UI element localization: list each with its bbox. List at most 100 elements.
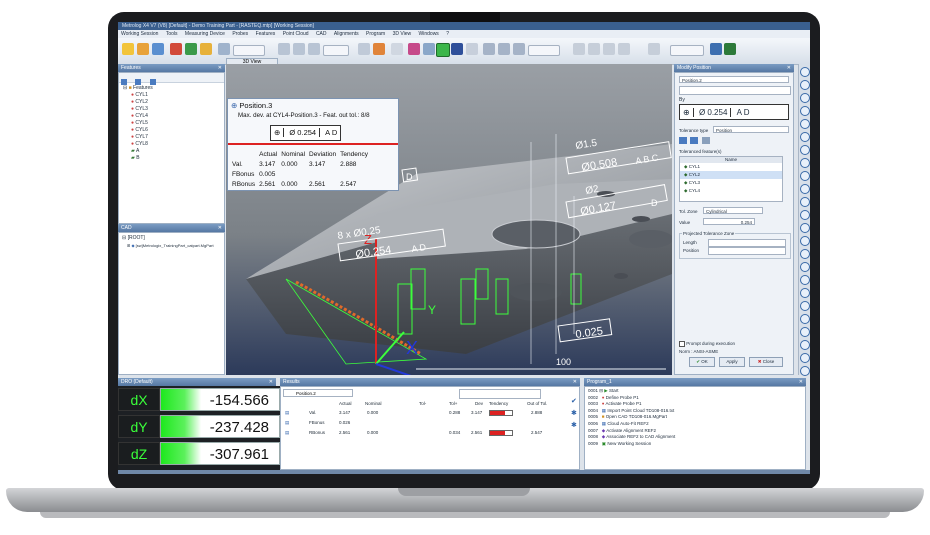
circle-tool-icon[interactable]	[800, 184, 810, 194]
circle-tool-icon[interactable]	[800, 158, 810, 168]
position-result-box[interactable]: ⊕ Position.3 Max. dev. at CYL4-Position.…	[227, 98, 399, 191]
count-dropdown[interactable]	[323, 45, 349, 56]
fit-icon[interactable]	[618, 43, 630, 55]
gear-icon[interactable]: ✱	[571, 409, 579, 417]
tree-item[interactable]: ● CYL3	[123, 106, 224, 113]
menu-help[interactable]: ?	[446, 31, 449, 37]
zoom-icon[interactable]	[573, 43, 585, 55]
menu-working-session[interactable]: Working Session	[121, 31, 158, 37]
circle-tool-icon[interactable]	[800, 197, 810, 207]
check-icon[interactable]: ✔	[571, 397, 579, 405]
circle-tool-icon[interactable]	[800, 210, 810, 220]
align-icon[interactable]	[391, 43, 403, 55]
close-icon[interactable]: ✕	[787, 64, 791, 72]
menu-measuring-device[interactable]: Measuring Device	[185, 31, 225, 37]
pan-icon[interactable]	[588, 43, 600, 55]
circle-tool-icon[interactable]	[800, 132, 810, 142]
menu-3d-view[interactable]: 3D View	[393, 31, 412, 37]
position-name-field[interactable]: Position.2	[679, 76, 789, 83]
tab-general-icon[interactable]	[679, 137, 687, 144]
construct-icon[interactable]	[358, 43, 370, 55]
program-line[interactable]: 0007 ◆ Activate Alignment REF2	[588, 428, 805, 435]
plane-icon[interactable]	[278, 43, 290, 55]
grid-icon[interactable]	[466, 43, 478, 55]
tree-item[interactable]: ▰ A	[123, 148, 224, 155]
green-toggle-icon[interactable]	[436, 43, 450, 57]
circle-tool-icon[interactable]	[800, 262, 810, 272]
cad-part[interactable]: ⊞ ◆ [sw]Metrologix_TrainingPart_catpart.…	[122, 242, 224, 249]
close-icon[interactable]: ✕	[269, 378, 273, 386]
wand-icon[interactable]	[513, 43, 525, 55]
menu-alignments[interactable]: Alignments	[334, 31, 359, 37]
list-item[interactable]: ◆ CYL4	[680, 187, 782, 195]
close-icon[interactable]: ✕	[218, 224, 222, 232]
cad-icon[interactable]	[200, 43, 212, 55]
tree-item[interactable]: ● CYL7	[123, 134, 224, 141]
tree-item[interactable]: ● CYL2	[123, 99, 224, 106]
save-icon[interactable]	[152, 43, 164, 55]
report-icon[interactable]	[451, 43, 463, 55]
camera-icon[interactable]	[498, 43, 510, 55]
menu-windows[interactable]: Windows	[419, 31, 439, 37]
tree-item[interactable]: ● CYL6	[123, 127, 224, 134]
circle-tool-icon[interactable]	[800, 288, 810, 298]
value-input[interactable]: 0.254	[703, 218, 755, 225]
program-line[interactable]: 0003 ● Activate Probe P1	[588, 401, 805, 408]
results-selector[interactable]: Position.2	[283, 389, 353, 397]
tree-root[interactable]: ⊟ ■ Features	[123, 85, 224, 92]
circle-tool-icon[interactable]	[800, 236, 810, 246]
tree-item[interactable]: ▰ B	[123, 155, 224, 162]
tree-item[interactable]: ● CYL8	[123, 141, 224, 148]
tree-item[interactable]: ● CYL4	[123, 113, 224, 120]
cad-root[interactable]: ⊟ [ROOT]	[122, 235, 224, 242]
menu-probes[interactable]: Probes	[232, 31, 248, 37]
program-line[interactable]: 0005 ■ Open CAD TD108-016.MgPart	[588, 414, 805, 421]
program-line[interactable]: 0004 ▦ Import Point Cloud TD108-016.txt	[588, 408, 805, 415]
circle-tool-icon[interactable]	[800, 106, 810, 116]
tolerance-icon[interactable]	[373, 43, 385, 55]
run-icon[interactable]	[408, 43, 420, 55]
measure-icon[interactable]	[483, 43, 495, 55]
tolerance-type-dropdown[interactable]: Position	[713, 126, 789, 133]
list-item[interactable]: ◆ CYL2	[680, 171, 782, 179]
circle-tool-icon[interactable]	[800, 301, 810, 311]
close-icon[interactable]: ✕	[218, 64, 222, 72]
layout-icon[interactable]	[710, 43, 722, 55]
circle-tool-icon[interactable]	[800, 119, 810, 129]
circle-tool-icon[interactable]	[800, 80, 810, 90]
position-input[interactable]	[708, 247, 786, 255]
circle-tool-icon[interactable]	[800, 93, 810, 103]
circle-tool-icon[interactable]	[800, 67, 810, 77]
grid-view-icon[interactable]	[724, 43, 736, 55]
circle-tool-icon[interactable]	[800, 223, 810, 233]
apply-button[interactable]: Apply	[719, 357, 745, 367]
circle-tool-icon[interactable]	[800, 366, 810, 376]
circle-tool-icon[interactable]	[800, 145, 810, 155]
menu-point-cloud[interactable]: Point Cloud	[283, 31, 309, 37]
probe-icon[interactable]	[170, 43, 182, 55]
menu-tools[interactable]: Tools	[166, 31, 178, 37]
cylinder-icon[interactable]	[293, 43, 305, 55]
circle-tool-icon[interactable]	[800, 340, 810, 350]
feature-dropdown[interactable]	[679, 86, 791, 95]
tab-options-icon[interactable]	[701, 137, 710, 144]
step-icon[interactable]	[423, 43, 435, 55]
feature-icon[interactable]	[185, 43, 197, 55]
cone-icon[interactable]	[308, 43, 320, 55]
close-button[interactable]: ✖ Close	[749, 357, 783, 367]
probe-select-dropdown[interactable]	[233, 45, 265, 56]
program-line[interactable]: 0009 ▣ New Working Session	[588, 441, 805, 448]
gear-icon[interactable]: ✱	[571, 421, 579, 429]
list-item[interactable]: ◆ CYL1	[680, 163, 782, 171]
layout-dropdown[interactable]	[670, 45, 704, 56]
program-line[interactable]: 0002 ● Define Probe P1	[588, 395, 805, 402]
view-dropdown[interactable]	[528, 45, 560, 56]
menu-cad[interactable]: CAD	[316, 31, 327, 37]
circle-tool-icon[interactable]	[800, 327, 810, 337]
circle-tool-icon[interactable]	[800, 275, 810, 285]
ok-button[interactable]: ✔ OK	[689, 357, 715, 367]
prompt-checkbox[interactable]: Prompt during execution	[679, 341, 735, 347]
toleranced-features-list[interactable]: Name ◆ CYL1 ◆ CYL2 ◆ CYL3 ◆ CYL4	[679, 156, 783, 202]
open-icon[interactable]	[137, 43, 149, 55]
program-line[interactable]: 0008 ◆ Associate REF2 to CAD Alignment	[588, 434, 805, 441]
